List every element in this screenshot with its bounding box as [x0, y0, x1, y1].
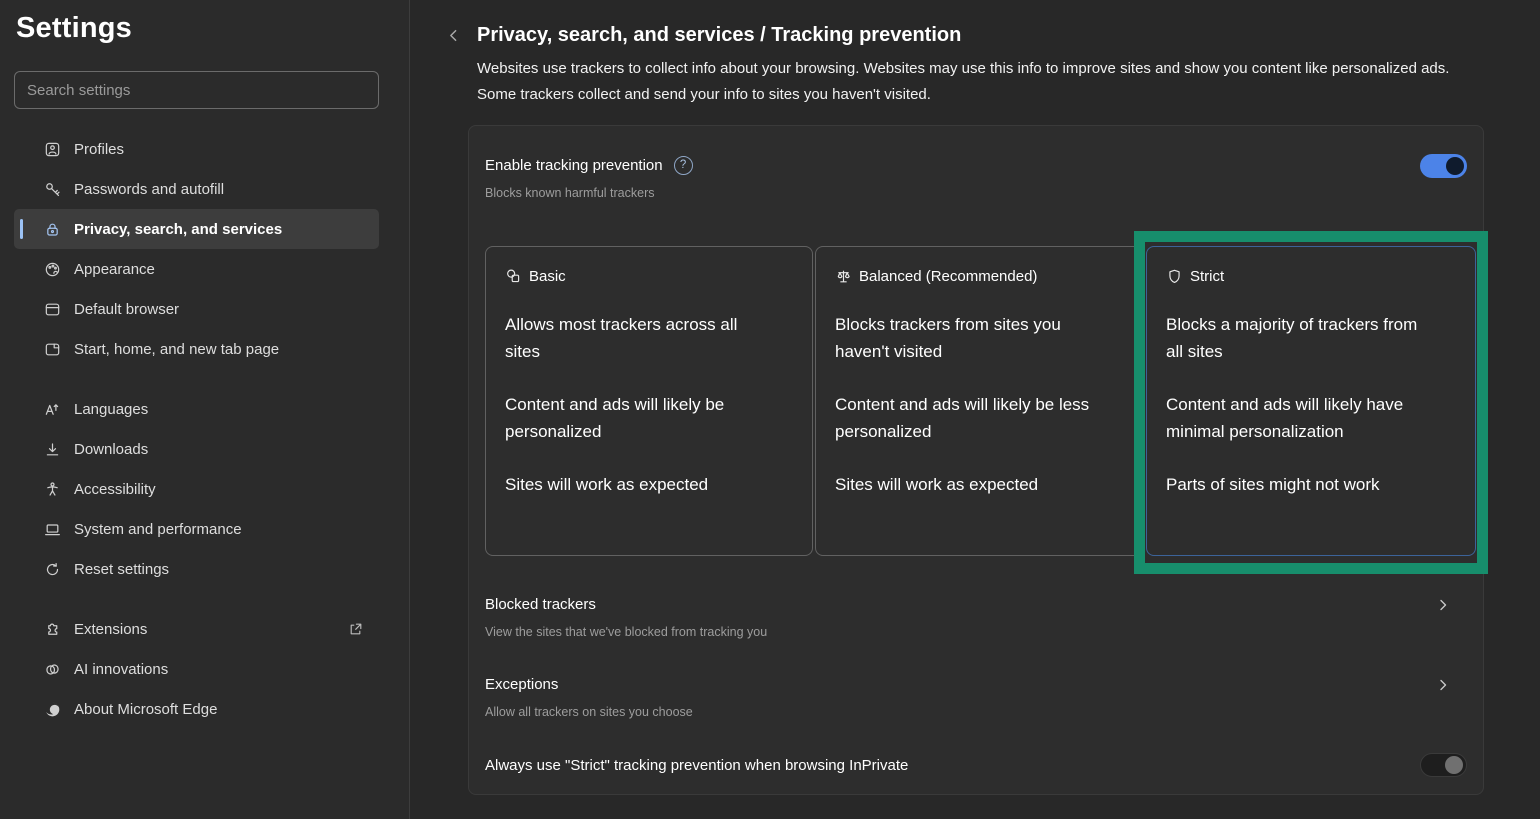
- sidebar-item-appearance[interactable]: Appearance: [14, 249, 379, 289]
- search-input[interactable]: [14, 71, 379, 109]
- page-description: Websites use trackers to collect info ab…: [477, 56, 1477, 109]
- sidebar-item-label: Reset settings: [74, 561, 169, 578]
- ai-innovations-icon: [44, 661, 61, 678]
- blocked-trackers-row[interactable]: Blocked trackers View the sites that we'…: [485, 596, 1467, 639]
- accessibility-icon: [44, 481, 61, 498]
- lock-icon: [44, 221, 61, 238]
- sidebar-item-downloads[interactable]: Downloads: [14, 429, 379, 469]
- tracking-card-basic[interactable]: Basic Allows most trackers across all si…: [485, 246, 813, 556]
- help-icon[interactable]: ?: [674, 156, 693, 175]
- sidebar-item-label: Languages: [74, 401, 148, 418]
- inprivate-strict-toggle[interactable]: [1420, 753, 1467, 777]
- toggle-knob: [1446, 157, 1464, 175]
- card-line: Sites will work as expected: [835, 471, 1103, 498]
- exceptions-sublabel: Allow all trackers on sites you choose: [485, 705, 1467, 719]
- tracking-card-balanced[interactable]: Balanced (Recommended) Blocks trackers f…: [815, 246, 1143, 556]
- sidebar-item-label: Privacy, search, and services: [74, 221, 282, 238]
- tracking-level-cards: Basic Allows most trackers across all si…: [485, 246, 1476, 556]
- sidebar-item-label: Start, home, and new tab page: [74, 341, 279, 358]
- card-header: Balanced (Recommended): [835, 268, 1123, 285]
- sidebar-item-label: About Microsoft Edge: [74, 701, 217, 718]
- card-header: Strict: [1166, 268, 1456, 285]
- selected-indicator: [20, 219, 23, 239]
- shapes-icon: [505, 268, 522, 285]
- sidebar-nav: Profiles Passwords and autofill Privacy,…: [0, 129, 409, 729]
- sidebar-item-privacy[interactable]: Privacy, search, and services: [14, 209, 379, 249]
- sidebar-item-label: Appearance: [74, 261, 155, 278]
- card-line: Allows most trackers across all sites: [505, 311, 773, 365]
- sidebar-item-label: Passwords and autofill: [74, 181, 224, 198]
- toggle-knob: [1445, 756, 1463, 774]
- sidebar-item-reset-settings[interactable]: Reset settings: [14, 549, 379, 589]
- chevron-right-icon[interactable]: [1435, 597, 1453, 615]
- sidebar-item-profiles[interactable]: Profiles: [14, 129, 379, 169]
- inprivate-strict-label: Always use "Strict" tracking prevention …: [485, 757, 908, 774]
- edge-logo-icon: [44, 701, 61, 718]
- shield-icon: [1166, 268, 1183, 285]
- profile-icon: [44, 141, 61, 158]
- back-chevron-icon[interactable]: [445, 27, 467, 49]
- balance-scales-icon: [835, 268, 852, 285]
- sidebar-item-passwords[interactable]: Passwords and autofill: [14, 169, 379, 209]
- sidebar-item-ai-innovations[interactable]: AI innovations: [14, 649, 379, 689]
- enable-tracking-label-text: Enable tracking prevention: [485, 157, 663, 174]
- languages-icon: [44, 401, 61, 418]
- tracking-prevention-panel: Enable tracking prevention ? Blocks know…: [468, 125, 1484, 795]
- inprivate-strict-row: Always use "Strict" tracking prevention …: [485, 757, 1467, 775]
- sidebar-item-label: Accessibility: [74, 481, 156, 498]
- sidebar-item-extensions[interactable]: Extensions: [14, 609, 379, 649]
- sidebar-item-about-edge[interactable]: About Microsoft Edge: [14, 689, 379, 729]
- exceptions-row[interactable]: Exceptions Allow all trackers on sites y…: [485, 676, 1467, 719]
- card-header: Basic: [505, 268, 793, 285]
- card-title: Balanced (Recommended): [859, 268, 1037, 285]
- sidebar-item-system-performance[interactable]: System and performance: [14, 509, 379, 549]
- new-tab-page-icon: [44, 341, 61, 358]
- sidebar-item-accessibility[interactable]: Accessibility: [14, 469, 379, 509]
- sidebar-item-label: Profiles: [74, 141, 124, 158]
- chevron-right-icon[interactable]: [1435, 677, 1453, 695]
- tracking-card-strict[interactable]: Strict Blocks a majority of trackers fro…: [1146, 246, 1476, 556]
- page-header: Privacy, search, and services / Tracking…: [411, 0, 1540, 109]
- sidebar-item-default-browser[interactable]: Default browser: [14, 289, 379, 329]
- external-link-icon: [347, 621, 363, 637]
- settings-sidebar: Settings Profiles Passwords and autofill…: [0, 0, 410, 819]
- card-line: Sites will work as expected: [505, 471, 773, 498]
- card-title: Basic: [529, 268, 566, 285]
- enable-tracking-sublabel: Blocks known harmful trackers: [485, 186, 1467, 200]
- sidebar-item-label: Default browser: [74, 301, 179, 318]
- page-title: Privacy, search, and services / Tracking…: [477, 24, 1477, 47]
- exceptions-title: Exceptions: [485, 676, 558, 693]
- key-icon: [44, 181, 61, 198]
- card-title: Strict: [1190, 268, 1224, 285]
- sidebar-item-languages[interactable]: Languages: [14, 389, 379, 429]
- download-icon: [44, 441, 61, 458]
- nav-group-gap: [0, 589, 409, 609]
- card-line: Blocks trackers from sites you haven't v…: [835, 311, 1103, 365]
- sidebar-item-label: Downloads: [74, 441, 148, 458]
- enable-tracking-label: Enable tracking prevention ?: [485, 156, 693, 175]
- header-text: Privacy, search, and services / Tracking…: [477, 24, 1477, 109]
- app-title: Settings: [16, 12, 409, 45]
- sidebar-item-label: Extensions: [74, 621, 147, 638]
- enable-tracking-row: Enable tracking prevention ? Blocks know…: [485, 156, 1467, 200]
- sidebar-item-start-home[interactable]: Start, home, and new tab page: [14, 329, 379, 369]
- blocked-trackers-sublabel: View the sites that we've blocked from t…: [485, 625, 1467, 639]
- nav-group-gap: [0, 369, 409, 389]
- card-line: Blocks a majority of trackers from all s…: [1166, 311, 1434, 365]
- reset-icon: [44, 561, 61, 578]
- palette-icon: [44, 261, 61, 278]
- card-line: Content and ads will likely have minimal…: [1166, 391, 1434, 445]
- sidebar-item-label: AI innovations: [74, 661, 168, 678]
- card-line: Parts of sites might not work: [1166, 471, 1434, 498]
- sidebar-item-label: System and performance: [74, 521, 242, 538]
- enable-tracking-toggle[interactable]: [1420, 154, 1467, 178]
- puzzle-icon: [44, 621, 61, 638]
- card-line: Content and ads will likely be personali…: [505, 391, 773, 445]
- laptop-icon: [44, 521, 61, 538]
- main-content: Privacy, search, and services / Tracking…: [411, 0, 1540, 819]
- blocked-trackers-title: Blocked trackers: [485, 596, 596, 613]
- card-line: Content and ads will likely be less pers…: [835, 391, 1103, 445]
- browser-window-icon: [44, 301, 61, 318]
